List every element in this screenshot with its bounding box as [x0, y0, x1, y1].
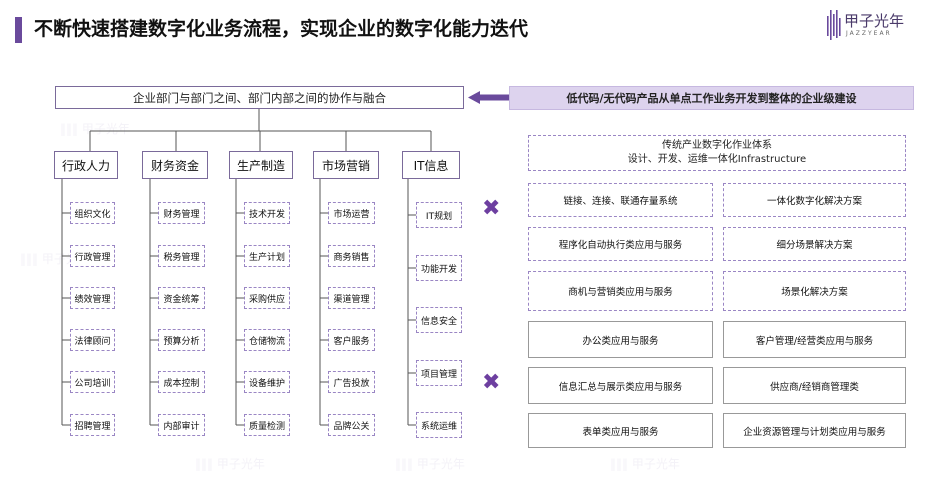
dept-item: 功能开发: [416, 255, 462, 281]
collaboration-box: 企业部门与部门之间、部门内部之间的协作与融合: [55, 86, 464, 109]
dept-header-it: IT信息: [402, 151, 460, 179]
dept-item: 资金统筹: [158, 287, 205, 309]
dept-item: 招聘管理: [70, 414, 115, 436]
application-box: 企业资源管理与计划类应用与服务: [723, 413, 906, 448]
dept-item: 内部审计: [158, 414, 205, 436]
traditional-system-box: 传统产业数字化作业体系 设计、开发、运维一体化Infrastructure: [528, 135, 906, 171]
dept-item: 公司培训: [70, 371, 115, 393]
cross-icon: ✖: [482, 370, 501, 395]
dept-item: 仓储物流: [244, 329, 290, 351]
traditional-line-1: 传统产业数字化作业体系: [662, 140, 772, 151]
application-box: 客户管理/经营类应用与服务: [723, 321, 906, 358]
low-code-banner: 低代码/无代码产品从单点工作业务开发到整体的企业级建设: [509, 86, 914, 110]
capability-box: 链接、连接、联通存量系统: [528, 183, 713, 217]
dept-item: 生产计划: [244, 245, 290, 267]
dept-item: 行政管理: [70, 245, 115, 267]
capability-box: 一体化数字化解决方案: [723, 183, 906, 217]
dept-item: 质量检测: [244, 414, 290, 436]
dept-item: 绩效管理: [70, 287, 115, 309]
capability-box: 细分场景解决方案: [723, 227, 906, 261]
dept-item: 品牌公关: [328, 414, 375, 436]
dept-header-hr: 行政人力: [54, 151, 118, 179]
cross-icon: ✖: [482, 196, 501, 221]
application-box: 表单类应用与服务: [528, 413, 713, 448]
dept-item: 市场运营: [328, 202, 375, 224]
dept-item: 商务销售: [328, 245, 375, 267]
dept-item: 预算分析: [158, 329, 205, 351]
application-box: 办公类应用与服务: [528, 321, 713, 358]
dept-item: IT规划: [416, 202, 462, 228]
dept-header-finance: 财务资金: [142, 151, 208, 179]
dept-item: 税务管理: [158, 245, 205, 267]
capability-box: 商机与营销类应用与服务: [528, 271, 713, 311]
arrow-left-icon: [468, 91, 510, 104]
dept-item: 渠道管理: [328, 287, 375, 309]
dept-item: 法律顾问: [70, 329, 115, 351]
dept-header-marketing: 市场营销: [313, 151, 379, 179]
dept-item: 项目管理: [416, 360, 462, 386]
dept-item: 设备维护: [244, 371, 290, 393]
dept-item: 技术开发: [244, 202, 290, 224]
application-box: 信息汇总与展示类应用与服务: [528, 367, 713, 404]
dept-item: 组织文化: [70, 202, 115, 224]
application-box: 供应商/经销商管理类: [723, 367, 906, 404]
dept-item: 采购供应: [244, 287, 290, 309]
dept-item: 系统运维: [416, 412, 462, 438]
capability-box: 程序化自动执行类应用与服务: [528, 227, 713, 261]
dept-item: 广告投放: [328, 371, 375, 393]
dept-item: 信息安全: [416, 307, 462, 333]
traditional-line-2: 设计、开发、运维一体化Infrastructure: [627, 154, 807, 165]
capability-box: 场景化解决方案: [723, 271, 906, 311]
dept-header-manufacturing: 生产制造: [229, 151, 293, 179]
dept-item: 客户服务: [328, 329, 375, 351]
dept-item: 成本控制: [158, 371, 205, 393]
dept-item: 财务管理: [158, 202, 205, 224]
